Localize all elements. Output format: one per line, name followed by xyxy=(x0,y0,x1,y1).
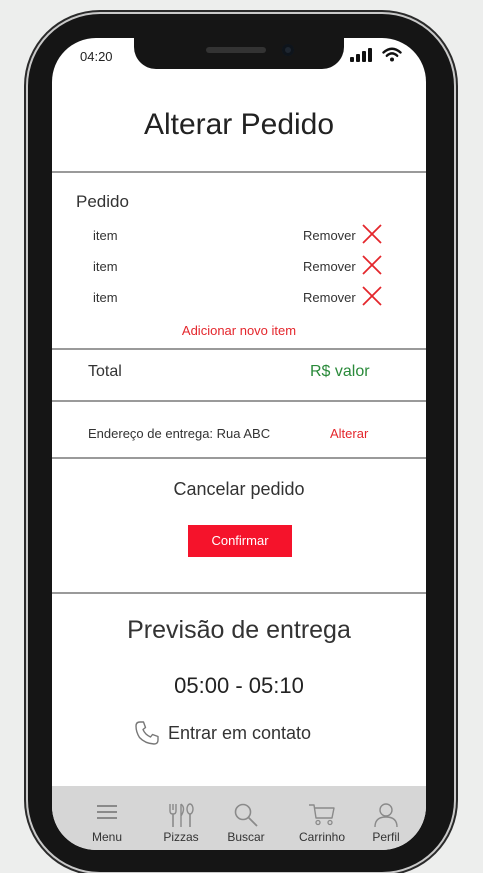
total-value: R$ valor xyxy=(310,363,370,380)
cart-icon xyxy=(309,804,335,826)
order-section-label: Pedido xyxy=(76,192,129,211)
order-item-label: item xyxy=(93,259,118,274)
tab-profile[interactable]: Perfil xyxy=(354,786,418,850)
tab-cart[interactable]: Carrinho xyxy=(290,786,354,850)
remove-item-button[interactable]: Remover xyxy=(303,228,356,243)
remove-x-icon[interactable] xyxy=(362,286,382,306)
delivery-address: Endereço de entrega: Rua ABC xyxy=(88,426,271,441)
status-time: 04:20 xyxy=(80,49,113,64)
phone-notch xyxy=(134,38,344,69)
search-icon xyxy=(234,803,258,827)
order-item-row: item Remover xyxy=(52,224,426,248)
tab-label: Perfil xyxy=(372,830,400,844)
tab-label: Pizzas xyxy=(163,830,199,844)
tab-label: Menu xyxy=(91,830,123,844)
confirm-button[interactable]: Confirmar xyxy=(188,525,292,557)
pizzas-icon xyxy=(169,803,194,827)
phone-icon xyxy=(135,721,159,745)
order-item-label: item xyxy=(93,228,118,243)
order-item-row: item Remover xyxy=(52,255,426,279)
tab-label: Buscar xyxy=(227,830,265,844)
cancel-order-label: Cancelar pedido xyxy=(173,479,305,499)
tab-pizzas[interactable]: Pizzas xyxy=(149,786,213,850)
remove-item-button[interactable]: Remover xyxy=(303,259,356,274)
page-title: Alterar Pedido xyxy=(143,108,335,141)
signal-icon xyxy=(350,48,372,62)
divider xyxy=(52,457,426,459)
remove-x-icon[interactable] xyxy=(362,255,382,275)
delivery-forecast-title: Previsão de entrega xyxy=(127,616,351,644)
bottom-tab-bar: Menu Pizzas Buscar Carrinho Perfil xyxy=(52,786,426,850)
divider xyxy=(52,592,426,594)
divider xyxy=(52,171,426,173)
profile-icon xyxy=(374,803,398,828)
tab-search[interactable]: Buscar xyxy=(214,786,278,850)
remove-x-icon[interactable] xyxy=(362,224,382,244)
order-item-label: item xyxy=(93,290,118,305)
delivery-time-window: 05:00 - 05:10 xyxy=(174,673,304,698)
wifi-icon xyxy=(382,47,402,62)
menu-icon xyxy=(97,805,117,819)
status-icons xyxy=(350,47,402,62)
contact-button[interactable]: Entrar em contato xyxy=(134,720,311,746)
divider xyxy=(52,348,426,350)
total-label: Total xyxy=(88,363,122,380)
add-item-link[interactable]: Adicionar novo item xyxy=(52,323,426,338)
phone-camera xyxy=(282,44,294,56)
change-address-link[interactable]: Alterar xyxy=(330,426,368,441)
divider xyxy=(52,400,426,402)
tab-label: Carrinho xyxy=(298,830,346,844)
phone-speaker xyxy=(206,47,266,53)
phone-screen: 04:20 Alterar Pedido Pedido item Remover… xyxy=(52,38,426,850)
remove-item-button[interactable]: Remover xyxy=(303,290,356,305)
order-item-row: item Remover xyxy=(52,286,426,310)
tab-menu[interactable]: Menu xyxy=(75,786,139,850)
contact-label: Entrar em contato xyxy=(168,722,312,743)
